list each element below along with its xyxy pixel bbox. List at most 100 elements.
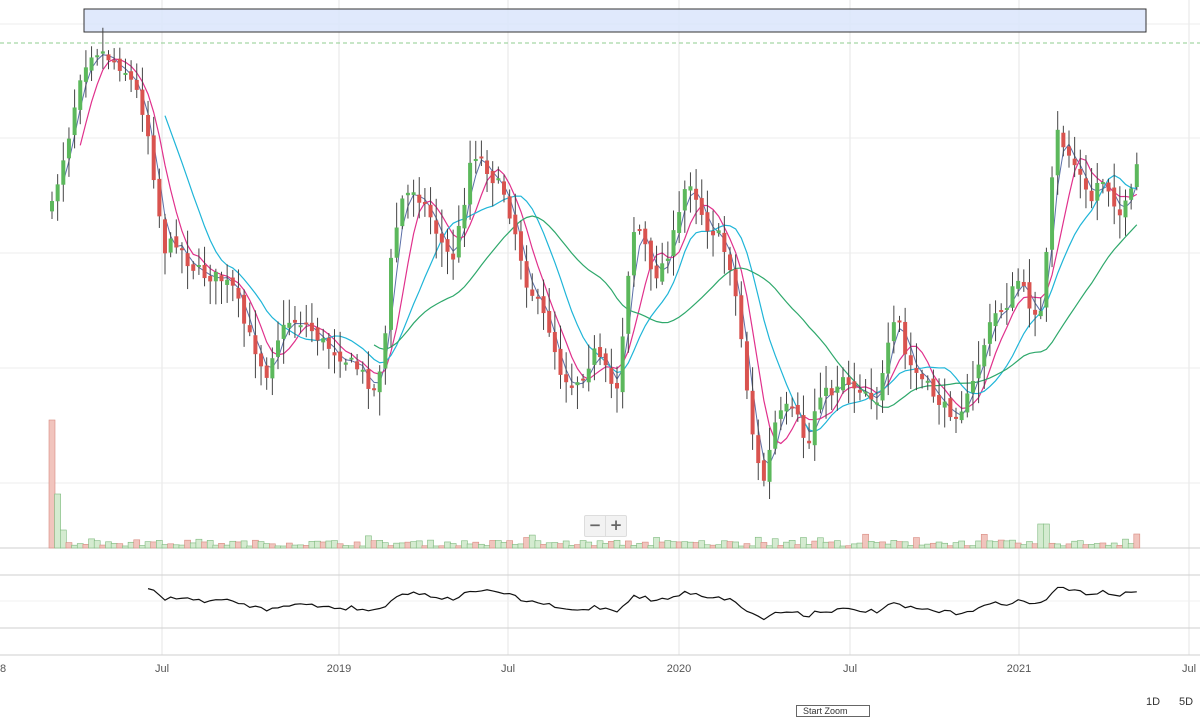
candle-body (1004, 307, 1009, 310)
volume-bar (427, 539, 434, 549)
candle-body (1050, 177, 1055, 250)
volume-bar (952, 542, 960, 549)
volume-bar (495, 540, 502, 549)
zoom-in-button[interactable]: + (605, 516, 626, 536)
candle-body (242, 294, 247, 324)
oscillator-line (147, 586, 1137, 621)
candle-body (705, 212, 710, 232)
candle-body (948, 398, 953, 418)
volume-bar (704, 544, 711, 549)
candle-body (812, 411, 817, 446)
volume-bar (438, 545, 446, 549)
candle-body (422, 201, 427, 204)
volume-bar (280, 545, 287, 549)
range-1d-button[interactable]: 1D (1146, 696, 1160, 708)
volume-bar (947, 545, 954, 549)
candle-body (671, 230, 676, 257)
x-tick-label: Jul (843, 663, 857, 675)
volume-bar (161, 544, 169, 549)
volume-bar (766, 545, 773, 549)
candle-body (405, 192, 410, 196)
candle-body (920, 373, 925, 380)
candle-body (78, 80, 83, 110)
candle-body (202, 264, 207, 279)
volume-bar (856, 542, 864, 549)
candle-body (1100, 182, 1105, 185)
candle-body (535, 296, 540, 299)
candle-body (874, 402, 879, 405)
candle-body (699, 198, 704, 215)
volume-bar (907, 545, 915, 549)
candle-body (236, 287, 241, 299)
volume-bar (624, 540, 632, 549)
volume-bar (387, 545, 395, 549)
candle-body (744, 341, 749, 391)
volume-bar (105, 541, 112, 549)
gridlines (0, 0, 1200, 656)
volume-bar (585, 541, 593, 549)
candle-body (694, 188, 699, 200)
volume-bar (800, 537, 807, 549)
candle-body (502, 181, 506, 195)
volume-bar (681, 541, 689, 549)
volume-bar (291, 544, 299, 549)
candle-body (728, 254, 732, 271)
candle-body (496, 178, 501, 181)
candle-body (903, 321, 908, 355)
volume-bar (986, 540, 994, 549)
volume-bar (500, 542, 508, 549)
volume-bar (348, 545, 355, 549)
candle-body (507, 196, 512, 219)
candle-body (230, 277, 235, 286)
candle-body (547, 310, 552, 333)
volume-bar (110, 543, 118, 549)
stock-chart[interactable]: 8 Jul 2019 Jul 2020 Jul 2021 Jul (0, 0, 1200, 712)
candle-body (824, 387, 829, 397)
volume-bar (421, 545, 429, 549)
candle-body (1083, 178, 1088, 190)
candle-body (784, 403, 789, 412)
volume-bar (997, 539, 1005, 549)
x-axis: 8 Jul 2019 Jul 2020 Jul 2021 Jul (0, 663, 1196, 675)
candle-body (168, 238, 173, 253)
volume-bar (930, 542, 937, 549)
candle-body (541, 296, 546, 314)
volume-bar (641, 541, 649, 549)
volume-bar (54, 493, 61, 549)
volume-bar (1133, 533, 1141, 549)
volume-bar (336, 543, 344, 549)
volume-bar (636, 543, 643, 549)
volume-bar (506, 540, 513, 549)
volume-bar (687, 541, 694, 549)
volume-bar (726, 541, 734, 549)
volume-bar (715, 544, 723, 549)
range-5d-button[interactable]: 5D (1179, 696, 1193, 708)
volume-bar (992, 541, 999, 549)
partial-control-box[interactable]: Start Zoom (796, 705, 870, 717)
candle-body (185, 253, 190, 267)
volume-bar (511, 544, 519, 549)
candle-body (72, 107, 77, 136)
volume-bar (252, 539, 259, 549)
volume-bar (285, 542, 293, 549)
candle-body (247, 325, 252, 333)
candle-body (456, 225, 461, 258)
volume-bar (76, 543, 84, 549)
price-band (83, 8, 1147, 33)
candle-body (970, 380, 975, 393)
volume-bar (359, 545, 367, 549)
volume-bar (127, 541, 135, 549)
candle-body (1078, 168, 1083, 175)
volume-bar (455, 545, 463, 549)
candle-body (163, 219, 167, 254)
zoom-out-button[interactable]: − (585, 516, 605, 536)
volume-bar (257, 541, 265, 549)
volume-bar (432, 545, 440, 549)
candle-body (863, 391, 868, 394)
volume-bar (822, 541, 830, 549)
candle-body (321, 338, 326, 343)
candle-body (609, 367, 614, 384)
volume-bar (116, 543, 124, 549)
moving-averages (62, 54, 1138, 466)
volume-bar (534, 540, 542, 549)
